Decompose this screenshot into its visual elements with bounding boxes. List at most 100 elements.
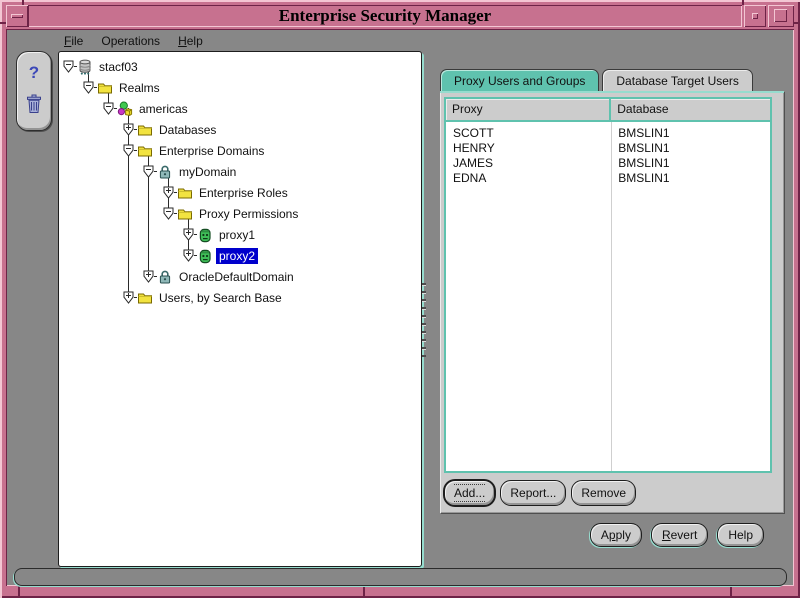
tree-node-label[interactable]: Enterprise Domains — [156, 143, 267, 159]
tree-expander-icon[interactable] — [163, 186, 174, 199]
panel-button[interactable]: Report... — [500, 480, 566, 506]
status-bar — [14, 568, 787, 586]
tree-node-icon — [137, 122, 153, 138]
tree-item[interactable]: proxy1 — [59, 224, 421, 245]
tree-node-icon — [177, 185, 193, 201]
tree-node-icon — [97, 80, 113, 96]
column-header-database[interactable]: Database — [611, 99, 770, 120]
action-button[interactable]: Apply — [590, 523, 642, 547]
tree-expander-icon[interactable] — [163, 207, 174, 220]
tree-node-label[interactable]: Realms — [116, 80, 163, 96]
action-button-label: Help — [728, 528, 753, 542]
tree-node-label[interactable]: stacf03 — [96, 59, 141, 75]
help-button[interactable]: ? — [29, 65, 39, 81]
navigator-tree-panel: stacf03 Realms — [58, 51, 422, 567]
window-menu-icon — [11, 14, 23, 18]
tree-node-label[interactable]: Databases — [156, 122, 219, 138]
menu-bar: File Operations Help — [62, 32, 205, 50]
tree-item[interactable]: OracleDefaultDomain — [59, 266, 421, 287]
table-body: SCOTT BMSLIN1 HENRY BMSLIN1 JAMES BMSLIN… — [446, 122, 770, 471]
maximize-icon — [774, 9, 787, 22]
tree-item[interactable]: myDomain — [59, 161, 421, 182]
tree-item[interactable]: Proxy Permissions — [59, 203, 421, 224]
window-titlebar[interactable]: Enterprise Security Manager — [28, 5, 742, 27]
panel-button-label: Add... — [454, 484, 485, 502]
side-toolbar: ? — [16, 51, 52, 131]
frame-seam — [18, 586, 20, 598]
cell-proxy: SCOTT — [446, 126, 611, 141]
tree-node-label[interactable]: americas — [136, 101, 191, 117]
tree-item[interactable]: stacf03 — [59, 56, 421, 77]
panel-button[interactable]: Remove — [571, 480, 636, 506]
tree-node-icon — [117, 101, 133, 117]
action-button[interactable]: Help — [717, 523, 764, 547]
tree-item[interactable]: Realms — [59, 77, 421, 98]
window-content: File Operations Help ? — [6, 29, 794, 586]
table-row[interactable]: EDNA BMSLIN1 — [446, 171, 770, 186]
tree-expander-icon[interactable] — [143, 270, 154, 283]
tree-expander-icon[interactable] — [183, 228, 194, 241]
tab-bar: Proxy Users and Groups Database Target U… — [440, 69, 756, 92]
tree-expander-icon[interactable] — [103, 102, 114, 115]
column-header-proxy[interactable]: Proxy — [446, 99, 611, 120]
tree-node-label[interactable]: Enterprise Roles — [196, 185, 291, 201]
tree-node-label[interactable]: OracleDefaultDomain — [176, 269, 297, 285]
tree-item[interactable]: Enterprise Domains — [59, 140, 421, 161]
trash-icon — [25, 94, 43, 114]
frame-seam — [730, 586, 732, 598]
tree-node-label[interactable]: Users, by Search Base — [156, 290, 285, 306]
table-row[interactable]: JAMES BMSLIN1 — [446, 156, 770, 171]
tree-node-label[interactable]: Proxy Permissions — [196, 206, 301, 222]
window-title: Enterprise Security Manager — [279, 6, 491, 25]
menu-item-label: File — [64, 34, 83, 48]
window-menu-button[interactable] — [6, 5, 28, 27]
frame-seam — [794, 22, 800, 24]
menu-item-label: Operations — [101, 34, 160, 48]
maximize-button[interactable] — [768, 5, 794, 27]
tree-item[interactable]: Databases — [59, 119, 421, 140]
tree-item[interactable]: Users, by Search Base — [59, 287, 421, 308]
tree-node-label[interactable]: myDomain — [176, 164, 239, 180]
tab[interactable]: Proxy Users and Groups — [440, 69, 599, 92]
cell-database: BMSLIN1 — [611, 141, 770, 156]
tree-expander-icon[interactable] — [63, 60, 74, 73]
tree-expander-icon[interactable] — [123, 291, 134, 304]
panel-button[interactable]: Add... — [444, 480, 495, 506]
tree-node-icon — [137, 290, 153, 306]
tree-expander-icon[interactable] — [83, 81, 94, 94]
panel-button-row: Add... Report... Remove — [444, 480, 636, 506]
splitter-handle[interactable] — [422, 283, 426, 357]
table-row[interactable]: HENRY BMSLIN1 — [446, 141, 770, 156]
tree-expander-icon[interactable] — [123, 123, 134, 136]
menu-item[interactable]: File — [62, 32, 85, 50]
tree-node-icon — [197, 227, 213, 243]
menu-item[interactable]: Operations — [99, 32, 162, 50]
tab-label: Database Target Users — [616, 74, 739, 88]
frame-seam — [363, 586, 365, 598]
tree-item[interactable]: Enterprise Roles — [59, 182, 421, 203]
cell-proxy: JAMES — [446, 156, 611, 171]
menu-item[interactable]: Help — [176, 32, 205, 50]
tree-node-icon — [197, 248, 213, 264]
delete-button[interactable] — [25, 94, 43, 117]
tree-node-icon — [177, 206, 193, 222]
tree-expander-icon[interactable] — [123, 144, 134, 157]
tree-expander-icon[interactable] — [183, 249, 194, 262]
tree-node-label[interactable]: proxy2 — [216, 248, 258, 264]
tree-expander-icon[interactable] — [143, 165, 154, 178]
tree-item[interactable]: americas — [59, 98, 421, 119]
tree-node-icon — [157, 164, 173, 180]
minimize-icon — [752, 13, 758, 19]
tab[interactable]: Database Target Users — [602, 69, 753, 92]
table-header: Proxy Database — [446, 99, 770, 122]
action-button[interactable]: Revert — [651, 523, 708, 547]
tree-node-label[interactable]: proxy1 — [216, 227, 258, 243]
tree-item[interactable]: proxy2 — [59, 245, 421, 266]
panel-button-label: Remove — [581, 486, 626, 500]
cell-database: BMSLIN1 — [611, 126, 770, 141]
table-row[interactable]: SCOTT BMSLIN1 — [446, 126, 770, 141]
tab-label: Proxy Users and Groups — [454, 74, 585, 88]
minimize-button[interactable] — [744, 5, 766, 27]
panel-button-label: Report... — [510, 486, 556, 500]
proxy-table: Proxy Database SCOTT BMSLIN1 HENRY BMSLI… — [444, 97, 772, 473]
